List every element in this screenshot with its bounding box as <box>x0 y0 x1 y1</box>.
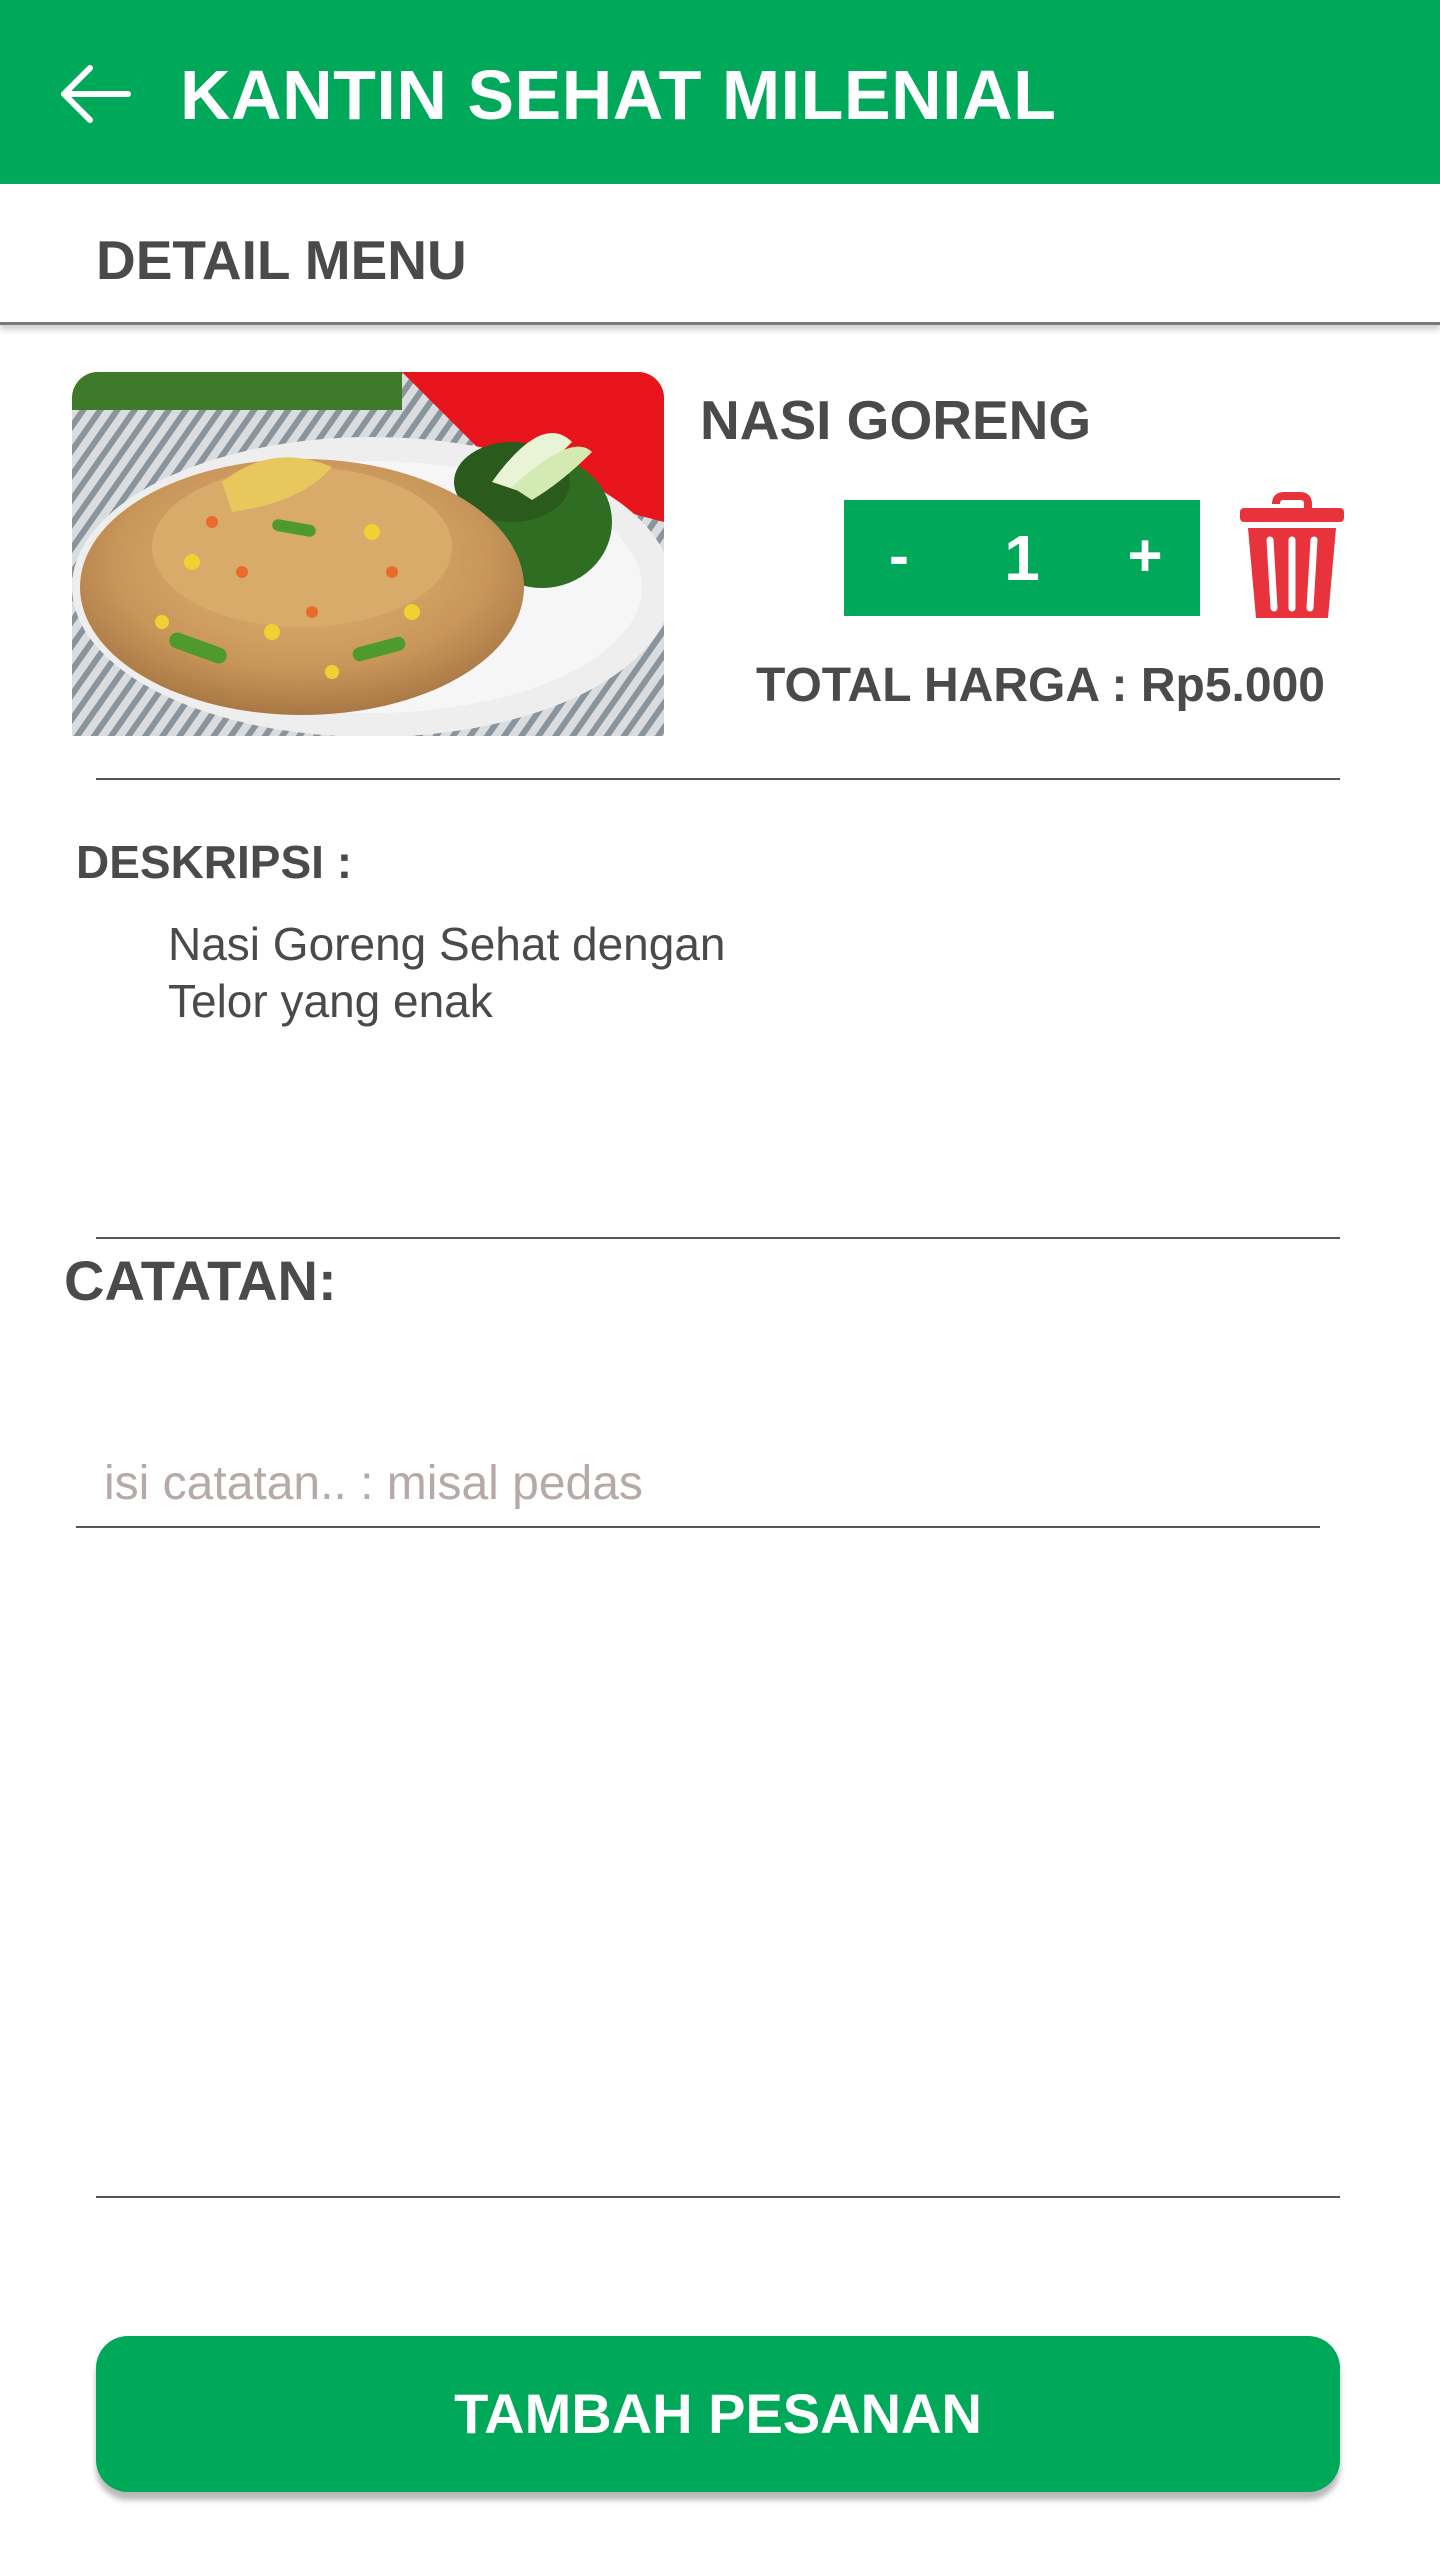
total-price: TOTAL HARGA : Rp5.000 <box>756 659 1325 712</box>
quantity-stepper: - 1 + <box>844 500 1200 616</box>
add-order-button[interactable]: TAMBAH PESANAN <box>96 2336 1340 2492</box>
arrow-left-icon <box>61 65 131 123</box>
description-label: DESKRIPSI : <box>76 836 353 888</box>
item-name: NASI GORENG <box>700 389 1092 451</box>
nasi-goreng-photo <box>72 372 664 736</box>
quantity-value: 1 <box>1004 522 1040 594</box>
app-title: KANTIN SEHAT MILENIAL <box>180 56 1057 134</box>
sub-header: DETAIL MENU <box>0 184 1440 325</box>
description-line: Telor yang enak <box>168 975 493 1027</box>
notes-label: CATATAN: <box>64 1249 337 1312</box>
increase-button[interactable]: + <box>1100 500 1190 616</box>
trash-icon <box>1240 492 1344 618</box>
delete-button[interactable] <box>1240 490 1344 618</box>
description-line: Nasi Goreng Sehat dengan <box>168 918 726 970</box>
description-text: Nasi Goreng Sehat dengan Telor yang enak <box>168 916 768 1030</box>
decrease-button[interactable]: - <box>854 500 944 616</box>
food-image <box>72 372 664 736</box>
app-bar: KANTIN SEHAT MILENIAL <box>0 0 1440 184</box>
divider <box>96 1237 1340 1239</box>
notes-input[interactable] <box>76 1440 1320 1528</box>
divider <box>96 2196 1340 2198</box>
divider <box>96 778 1340 780</box>
page-title: DETAIL MENU <box>96 229 467 291</box>
back-button[interactable] <box>50 52 140 136</box>
